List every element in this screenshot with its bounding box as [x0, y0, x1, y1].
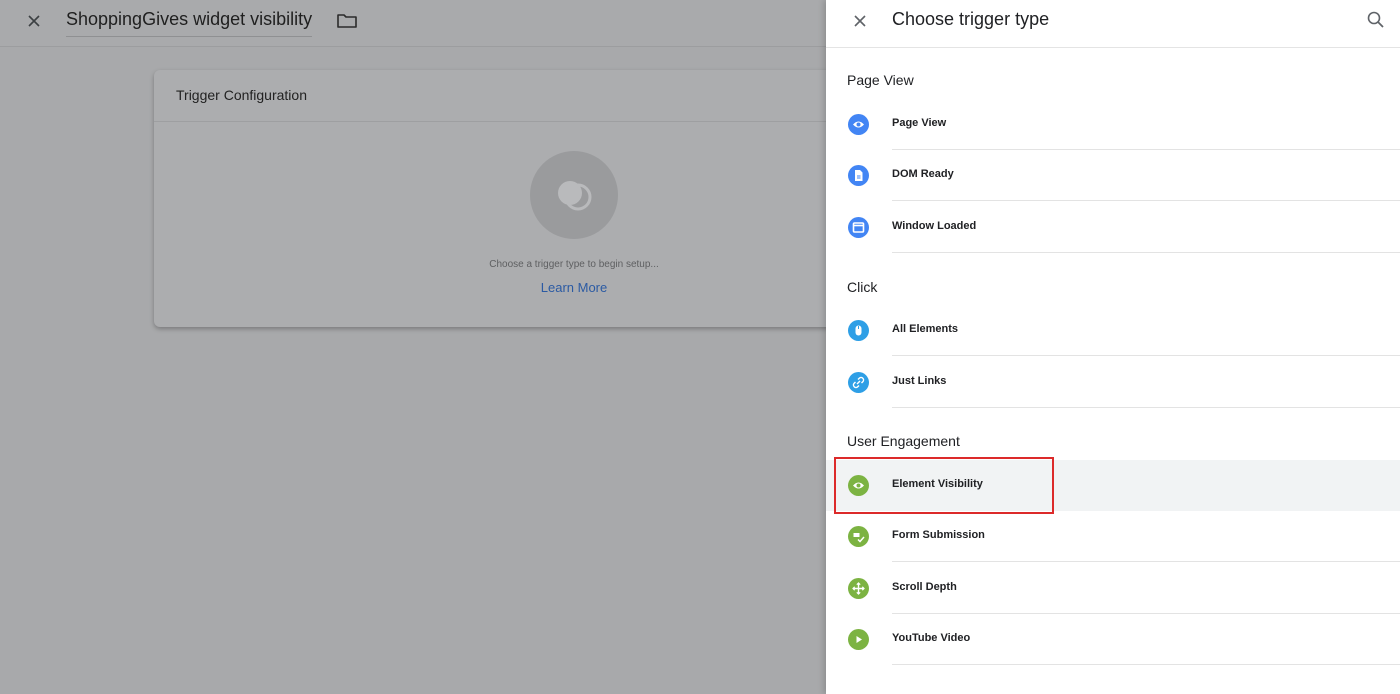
trigger-type-selector[interactable]: [530, 151, 618, 239]
card-divider: [154, 121, 854, 122]
eye-icon: [848, 114, 869, 135]
scroll-icon: [848, 578, 869, 599]
divider: [892, 561, 1400, 562]
search-icon[interactable]: [1364, 8, 1388, 32]
editor-header: ShoppingGives widget visibility: [0, 0, 826, 47]
close-icon[interactable]: [22, 9, 46, 33]
trigger-name-field[interactable]: ShoppingGives widget visibility: [66, 9, 313, 37]
divider: [892, 664, 1400, 665]
link-icon: [848, 372, 869, 393]
eye-icon: [848, 475, 869, 496]
trigger-item-page-view[interactable]: Page View: [826, 99, 1400, 150]
trigger-item-label: DOM Ready: [892, 168, 954, 180]
trigger-item-label: Page View: [892, 117, 947, 129]
trigger-item-element-visibility[interactable]: Element Visibility: [826, 460, 1400, 511]
trigger-item-youtube-video[interactable]: YouTube Video: [826, 614, 1400, 665]
trigger-item-label: Window Loaded: [892, 220, 977, 232]
divider: [892, 200, 1400, 201]
trigger-item-label: All Elements: [892, 323, 959, 335]
divider: [892, 407, 1400, 408]
mouse-icon: [848, 320, 869, 341]
window-icon: [848, 217, 869, 238]
document-icon: [848, 165, 869, 186]
trigger-configuration-card: Trigger Configuration Choose a trigger t…: [154, 70, 854, 327]
divider: [892, 252, 1400, 253]
drawer-title: Choose trigger type: [892, 9, 1050, 29]
divider: [892, 355, 1400, 356]
trigger-item-scroll-depth[interactable]: Scroll Depth: [826, 563, 1400, 614]
trigger-item-label: Form Submission: [892, 529, 985, 541]
folder-icon[interactable]: [336, 11, 358, 31]
trigger-item-all-elements[interactable]: All Elements: [826, 305, 1400, 356]
section-heading-click: Click: [847, 279, 878, 295]
play-icon: [848, 629, 869, 650]
trigger-item-label: YouTube Video: [892, 632, 971, 644]
card-title: Trigger Configuration: [176, 87, 307, 103]
trigger-item-dom-ready[interactable]: DOM Ready: [826, 150, 1400, 201]
trigger-item-just-links[interactable]: Just Links: [826, 357, 1400, 408]
close-icon[interactable]: [848, 9, 872, 33]
trigger-item-form-submission[interactable]: Form Submission: [826, 511, 1400, 562]
section-heading-page-view: Page View: [847, 72, 914, 88]
section-heading-user-engagement: User Engagement: [847, 433, 960, 449]
form-icon: [848, 526, 869, 547]
trigger-item-label: Scroll Depth: [892, 581, 957, 593]
trigger-item-label: Just Links: [892, 375, 947, 387]
choose-trigger-drawer: Choose trigger type Page View Page View …: [826, 0, 1400, 694]
trigger-item-window-loaded[interactable]: Window Loaded: [826, 202, 1400, 253]
trigger-placeholder-icon: [558, 181, 592, 211]
drawer-header: Choose trigger type: [826, 0, 1400, 48]
trigger-item-label: Element Visibility: [892, 478, 983, 490]
